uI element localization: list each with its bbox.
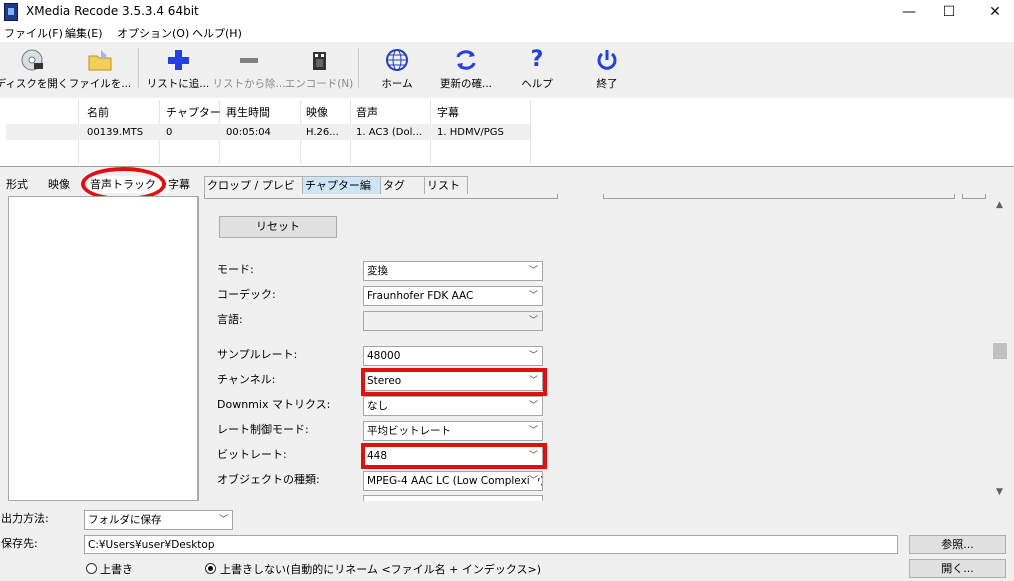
- help-button[interactable]: ? ヘルプ: [512, 44, 562, 94]
- language-select[interactable]: ﹀: [363, 311, 543, 331]
- close-button[interactable]: ✕: [972, 0, 1014, 24]
- audio-settings-panel: [198, 196, 992, 501]
- column-header-video[interactable]: 映像: [306, 104, 328, 120]
- mode-label: モード:: [217, 263, 254, 276]
- overwrite-label: 上書き: [100, 563, 133, 576]
- ratecontrol-select[interactable]: 平均ビットレート ﹀: [363, 421, 543, 441]
- no-overwrite-radio[interactable]: [205, 563, 216, 574]
- open-file-button[interactable]: ファイルを...: [69, 44, 131, 94]
- chevron-down-icon: ﹀: [528, 472, 538, 490]
- tab-crop-preview[interactable]: クロップ / プレビュー: [204, 176, 304, 209]
- chevron-down-icon: ﹀: [528, 316, 538, 326]
- channel-label: チャンネル:: [217, 373, 276, 386]
- disc-icon: [19, 48, 45, 72]
- chevron-down-icon: ﹀: [528, 291, 538, 301]
- menu-options[interactable]: オプション(O): [117, 25, 189, 41]
- toolbar: ディスクを開く ファイルを... リストに追... リストから除... エンコー…: [0, 42, 1014, 99]
- destination-input[interactable]: C:¥Users¥user¥Desktop: [84, 535, 898, 554]
- language-label: 言語:: [217, 313, 243, 326]
- destination-label: 保存先:: [1, 537, 38, 550]
- toolbar-separator: [358, 48, 359, 88]
- chevron-down-icon: ﹀: [528, 401, 538, 411]
- menu-file[interactable]: ファイル(F): [4, 25, 63, 41]
- highlight-box: [361, 368, 547, 396]
- film-icon: [306, 48, 332, 72]
- samplerate-select[interactable]: 48000 ﹀: [363, 346, 543, 366]
- tab-format[interactable]: 形式: [4, 176, 30, 193]
- cell-chapter: 0: [166, 127, 173, 138]
- home-button[interactable]: ホーム: [370, 44, 424, 94]
- cell-subtitle: 1. HDMV/PGS: [437, 127, 504, 138]
- title-bar: XMedia Recode 3.5.3.4 64bit — ☐ ✕: [0, 0, 1014, 24]
- column-header-duration[interactable]: 再生時間: [226, 104, 270, 120]
- no-overwrite-label: 上書きしない(自動的にリネーム <ファイル名 + インデックス>): [220, 563, 542, 576]
- toolbar-separator: [138, 48, 139, 88]
- downmix-label: Downmix マトリクス:: [217, 398, 331, 411]
- cell-duration: 00:05:04: [226, 127, 271, 138]
- samplerate-label: サンプルレート:: [217, 348, 298, 361]
- window-title: XMedia Recode 3.5.3.4 64bit: [26, 4, 199, 18]
- app-icon: [4, 3, 18, 21]
- cell-name: 00139.MTS: [87, 127, 144, 138]
- ratecontrol-label: レート制御モード:: [217, 423, 309, 436]
- column-header-name[interactable]: 名前: [87, 104, 109, 120]
- remove-from-list-button[interactable]: リストから除...: [213, 44, 286, 94]
- exit-button[interactable]: 終了: [584, 44, 630, 94]
- output-method-label: 出力方法:: [1, 512, 49, 525]
- cell-video: H.26...: [306, 127, 339, 138]
- encode-button[interactable]: エンコード(N): [285, 44, 353, 94]
- chevron-down-icon: ﹀: [528, 266, 538, 276]
- overwrite-radio[interactable]: [86, 563, 97, 574]
- objtype-select[interactable]: MPEG-4 AAC LC (Low Complexity) ﹀: [363, 471, 543, 491]
- bitrate-label: ビットレート:: [217, 448, 287, 461]
- maximize-button[interactable]: ☐: [926, 0, 972, 24]
- globe-icon: [384, 48, 410, 72]
- track-list-panel[interactable]: [8, 196, 198, 501]
- browse-button[interactable]: 参照...: [909, 535, 1006, 554]
- chevron-down-icon: ﹀: [528, 426, 538, 436]
- menu-help[interactable]: ヘルプ(H): [192, 25, 242, 41]
- scroll-up-icon[interactable]: ▲: [996, 200, 1003, 210]
- group-box-edge: [204, 194, 558, 199]
- group-box-edge: [603, 194, 955, 199]
- add-to-list-button[interactable]: リストに追...: [146, 44, 210, 94]
- column-header-subtitle[interactable]: 字幕: [437, 104, 459, 120]
- codec-select[interactable]: Fraunhofer FDK AAC ﹀: [363, 286, 543, 306]
- folder-icon: [87, 48, 113, 72]
- tab-subtitle[interactable]: 字幕: [166, 176, 192, 193]
- tab-list[interactable]: リスト: [424, 176, 468, 194]
- codec-label: コーデック:: [217, 288, 276, 301]
- tab-video[interactable]: 映像: [46, 176, 72, 193]
- chevron-down-icon: ﹀: [218, 515, 228, 525]
- scroll-thumb[interactable]: [993, 343, 1007, 359]
- output-method-select[interactable]: フォルダに保存 ﹀: [84, 510, 233, 530]
- refresh-icon: [453, 48, 479, 72]
- tab-tag[interactable]: タグ: [380, 176, 428, 194]
- highlight-box: [361, 443, 547, 469]
- downmix-select[interactable]: なし ﹀: [363, 396, 543, 416]
- question-icon: ?: [530, 47, 544, 72]
- menu-edit[interactable]: 編集(E): [65, 25, 103, 41]
- check-update-button[interactable]: 更新の確...: [434, 44, 498, 94]
- open-disc-button[interactable]: ディスクを開く: [0, 44, 68, 94]
- column-header-chapter[interactable]: チャプター: [166, 104, 221, 120]
- minus-icon: [236, 48, 262, 72]
- open-button[interactable]: 開く...: [909, 559, 1006, 578]
- cell-audio: 1. AC3 (Dol...: [356, 127, 422, 138]
- group-box-edge: [962, 194, 986, 199]
- reset-button[interactable]: リセット: [219, 216, 337, 238]
- plus-icon: [165, 48, 191, 72]
- column-header-audio[interactable]: 音声: [356, 104, 378, 120]
- mode-select[interactable]: 変換 ﹀: [363, 261, 543, 281]
- menu-bar: ファイル(F) 編集(E) オプション(O) ヘルプ(H): [0, 24, 1014, 42]
- chevron-down-icon: ﹀: [528, 351, 538, 361]
- power-icon: [594, 48, 620, 72]
- scroll-down-icon[interactable]: ▼: [996, 487, 1003, 497]
- objtype-label: オブジェクトの種類:: [217, 473, 320, 486]
- tab-chapter-edit[interactable]: チャプター編集: [302, 176, 382, 209]
- clipped-row: [217, 494, 297, 501]
